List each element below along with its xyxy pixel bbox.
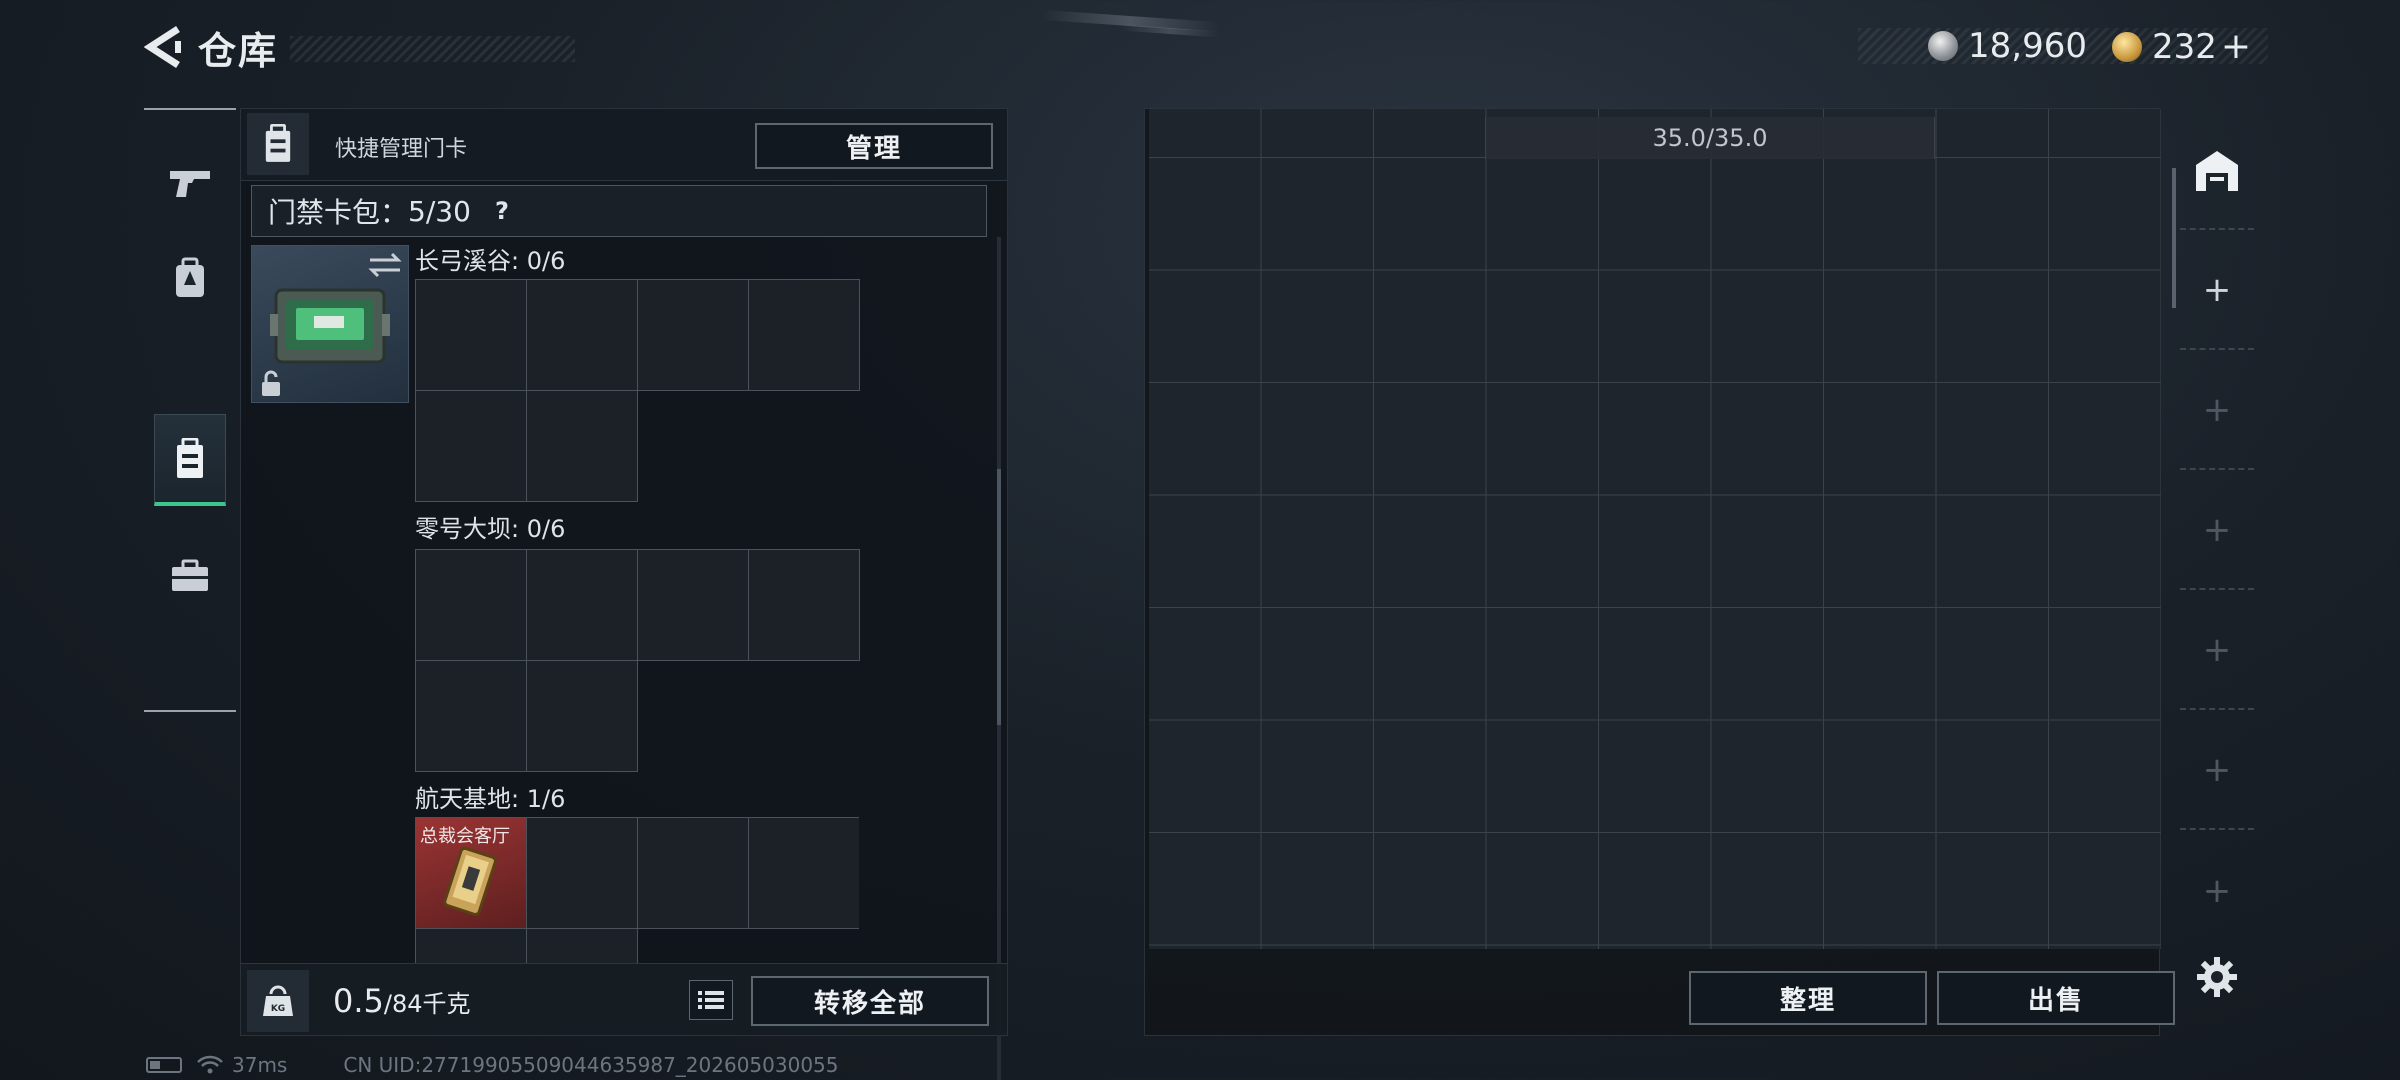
keycard-slot[interactable] [526, 390, 638, 502]
sort-button[interactable]: 整理 [1689, 971, 1927, 1025]
user-uid: CN UID:27719905509044635987_202605030055 [343, 1053, 839, 1077]
ping-value: 37ms [232, 1053, 288, 1077]
battery-icon [146, 1057, 182, 1073]
keycard-slot-grid: 总裁会客厅 [415, 817, 859, 963]
category-nav [144, 108, 236, 712]
storage-grid[interactable] [1149, 109, 2161, 949]
keycard-slot-grid [415, 549, 860, 772]
sell-button[interactable]: 出售 [1937, 971, 2175, 1025]
storage-tabs: + + + + + + [2172, 112, 2262, 952]
capacity-label: 门禁卡包： [268, 196, 409, 229]
keycard-panel: 快捷管理门卡 管理 门禁卡包： 5/30 ? 长弓溪谷: 0/6 零号大坝: 0… [240, 108, 1008, 1080]
briefcase-icon [172, 559, 208, 591]
settings-button[interactable] [2190, 950, 2244, 1004]
help-icon[interactable]: ? [487, 196, 517, 226]
keycard-case-icon [177, 437, 203, 478]
back-arrow-icon [144, 26, 181, 68]
silver-currency: 18,960 [1928, 26, 2087, 66]
locked-storage-tab[interactable]: + [2180, 352, 2254, 470]
keycard-slot[interactable] [748, 279, 860, 391]
backpack-icon [176, 257, 204, 297]
status-bar: 37ms CN UID:27719905509044635987_2026050… [146, 1053, 839, 1077]
keycard-slot[interactable] [526, 549, 638, 661]
back-button[interactable] [140, 23, 188, 71]
silver-coin-icon [1928, 31, 1958, 61]
list-view-button[interactable] [689, 980, 733, 1020]
quick-manage-label: 快捷管理门卡 [335, 137, 468, 162]
keycard-slot[interactable] [415, 279, 527, 391]
list-icon [698, 991, 724, 1009]
warehouse-icon [2196, 151, 2238, 191]
keycard-slot[interactable] [637, 279, 749, 391]
add-storage-tab-button[interactable]: + [2180, 232, 2254, 350]
keycard-slot[interactable] [526, 928, 638, 963]
nav-weapons[interactable] [154, 138, 226, 230]
storage-footer: 整理 出售 [1145, 961, 2175, 1037]
storage-capacity: 35.0/35.0 [1485, 117, 1935, 159]
locked-storage-tab[interactable]: + [2180, 832, 2254, 950]
keycard-slot-grid [415, 279, 860, 502]
keycard-slot[interactable] [415, 549, 527, 661]
keycard-slot[interactable] [415, 660, 527, 772]
gold-coin-icon [2112, 31, 2142, 62]
keycard-slot[interactable] [637, 817, 749, 929]
keycard-slot[interactable] [415, 928, 527, 963]
keycard-capacity: 门禁卡包： 5/30 ? [251, 185, 987, 237]
keycard-slot[interactable] [526, 279, 638, 391]
keycard-item[interactable]: 总裁会客厅 [415, 817, 527, 929]
title-decoration [290, 36, 575, 62]
nav-equipment[interactable] [154, 232, 226, 324]
keycard-slot[interactable] [415, 390, 527, 502]
storage-tab-main[interactable] [2180, 112, 2254, 230]
carry-weight: 0.5/84千克 [333, 982, 471, 1020]
gold-currency: 232 + [2112, 26, 2251, 67]
pistol-icon [170, 171, 210, 197]
kg-badge-text: KG [271, 1004, 285, 1014]
add-currency-button[interactable]: + [2221, 26, 2251, 67]
tabs-scrollbar[interactable] [2172, 168, 2176, 308]
keycard-case-icon [247, 113, 309, 175]
map-section-label: 零号大坝: 0/6 [415, 515, 566, 543]
manage-button[interactable]: 管理 [755, 123, 993, 169]
locked-storage-tab[interactable]: + [2180, 472, 2254, 590]
page-header: 仓库 [140, 22, 279, 73]
wifi-icon [197, 1055, 223, 1074]
page-title: 仓库 [198, 28, 279, 73]
keycard-slot[interactable] [526, 660, 638, 772]
transfer-all-button[interactable]: 转移全部 [751, 976, 989, 1026]
capacity-value: 5/30 [408, 194, 471, 228]
weight-max: /84千克 [383, 990, 471, 1018]
keycard-slot[interactable] [748, 549, 860, 661]
gear-icon [2197, 957, 2237, 997]
keycard-slot[interactable] [748, 817, 859, 929]
weight-icon: KG [247, 970, 309, 1032]
keycard-slot[interactable] [637, 549, 749, 661]
keycard-case-thumbnail[interactable] [251, 245, 409, 403]
locked-storage-tab[interactable]: + [2180, 712, 2254, 830]
gold-amount: 232 [2152, 26, 2217, 67]
swap-icon[interactable] [368, 252, 402, 278]
nav-keycards[interactable] [154, 414, 226, 506]
weight-current: 0.5 [333, 982, 384, 1020]
panel-header: 快捷管理门卡 管理 [241, 109, 1007, 181]
keycard-image [443, 846, 497, 916]
lock-icon [262, 370, 280, 396]
silver-amount: 18,960 [1968, 26, 2087, 66]
map-section-label: 航天基地: 1/6 [415, 785, 566, 813]
nav-briefcase[interactable] [154, 530, 226, 622]
panel-footer: KG 0.5/84千克 转移全部 [241, 963, 1007, 1035]
locked-storage-tab[interactable]: + [2180, 592, 2254, 710]
storage-panel: 35.0/35.0 整理 出售 [1144, 108, 2175, 1037]
scrollbar-thumb[interactable] [997, 469, 1001, 725]
keycard-slot[interactable] [526, 817, 638, 929]
map-section-label: 长弓溪谷: 0/6 [415, 247, 566, 275]
